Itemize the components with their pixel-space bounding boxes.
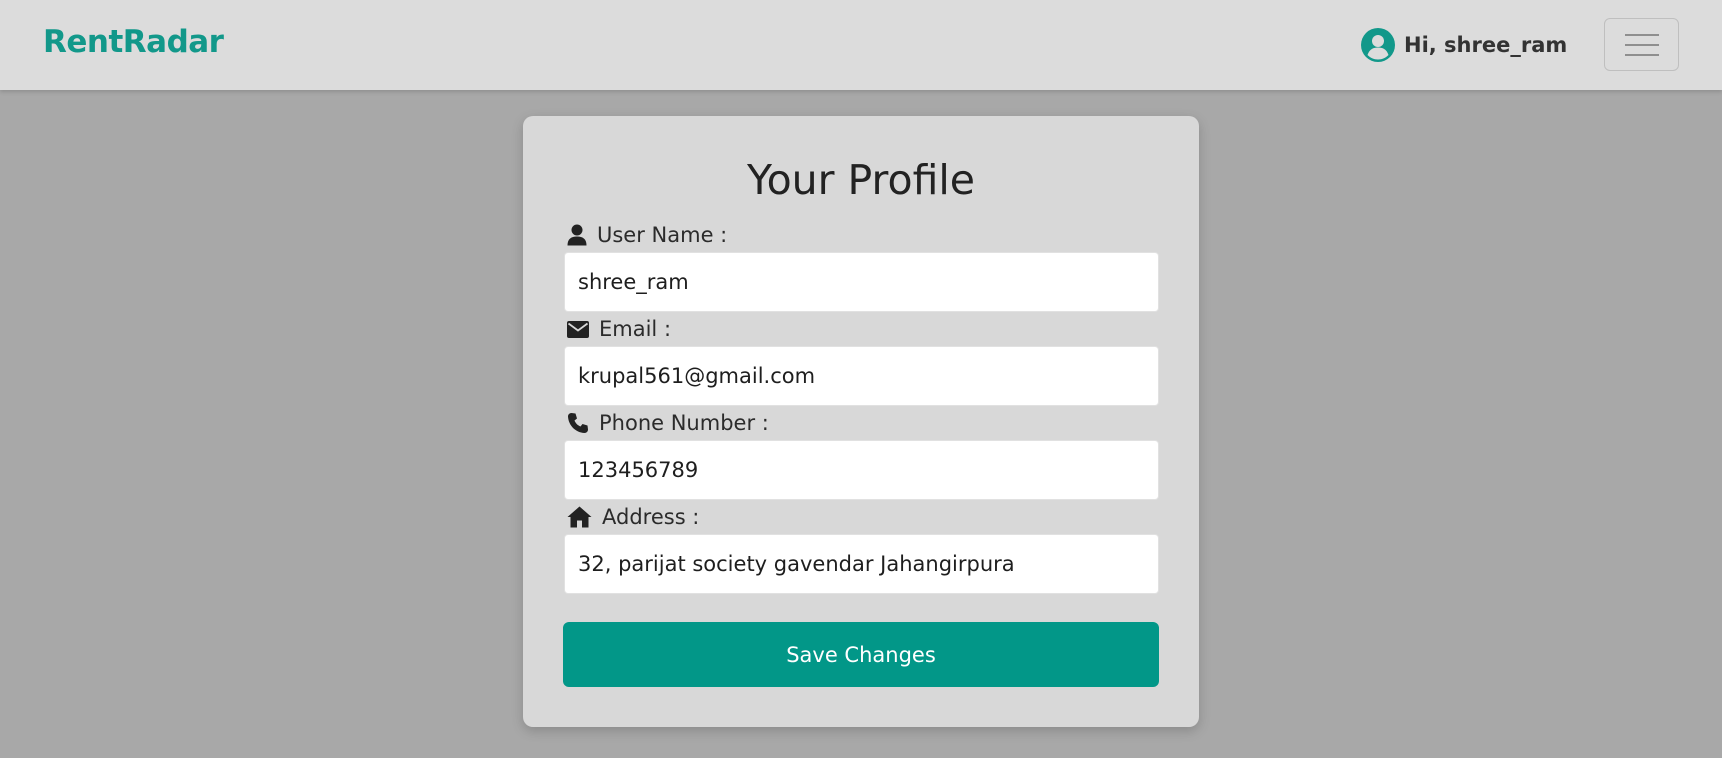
username-input[interactable] [564,252,1159,312]
address-label: Address : [567,504,699,530]
save-changes-button[interactable]: Save Changes [563,622,1159,687]
address-label-text: Address : [602,505,700,529]
profile-card: Your Profile User Name : Email : Phone N… [523,116,1199,727]
email-label-text: Email : [599,317,672,341]
top-navbar: RentRadar Hi, shree_ram [0,0,1722,90]
greeting-text: Hi, shree_ram [1404,33,1568,57]
brand-logo[interactable]: RentRadar [43,24,224,60]
page-title: Your Profile [746,156,976,204]
hamburger-menu-icon [1624,26,1659,64]
email-input[interactable] [564,346,1159,406]
username-label-text: User Name : [597,223,728,247]
home-icon [567,506,592,528]
phone-input[interactable] [564,440,1159,500]
phone-label: Phone Number : [567,410,769,436]
navbar-toggle-button[interactable] [1604,18,1679,71]
user-icon [567,224,587,246]
email-label: Email : [567,316,671,342]
phone-label-text: Phone Number : [599,411,769,435]
address-input[interactable] [564,534,1159,594]
username-label: User Name : [567,222,727,248]
phone-icon [568,413,588,433]
user-greeting[interactable]: Hi, shree_ram [1361,27,1567,63]
user-circle-icon [1361,28,1395,62]
envelope-icon [567,320,589,338]
